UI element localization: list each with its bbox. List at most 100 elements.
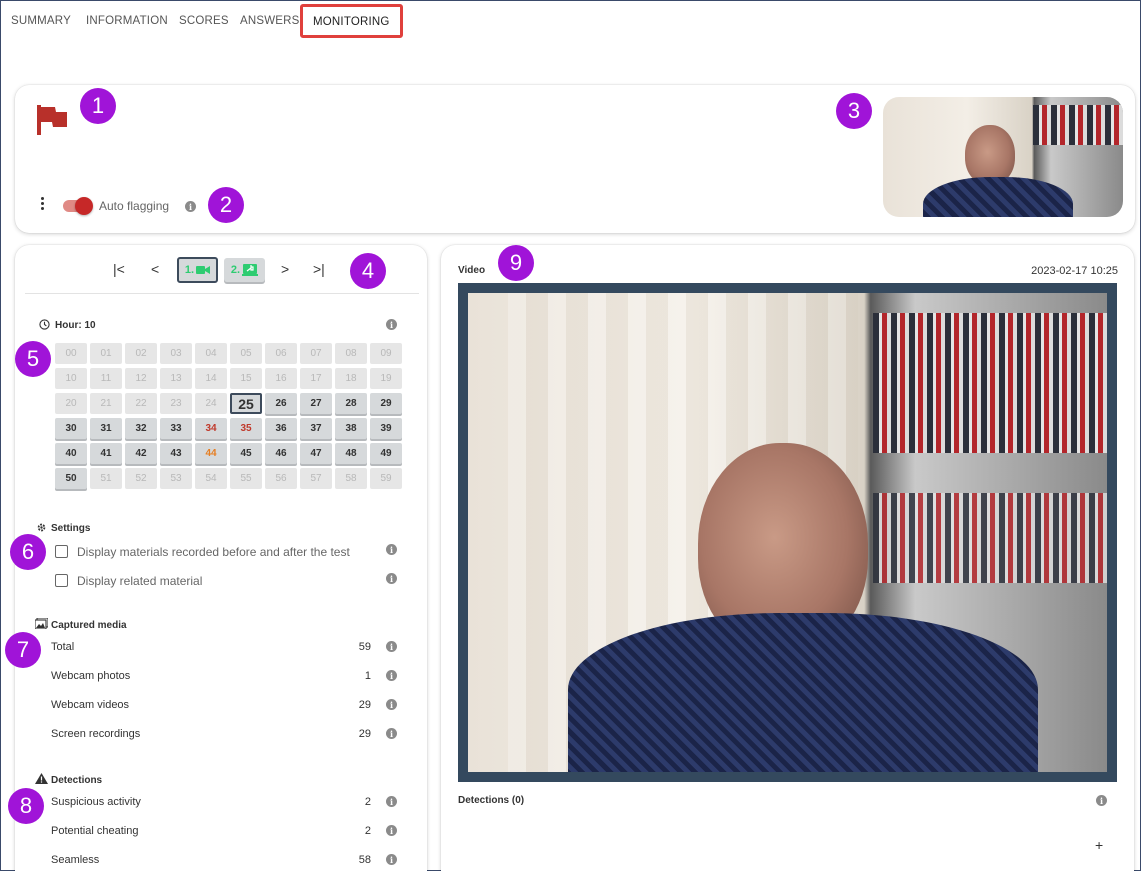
first-item-button[interactable]: |< xyxy=(113,261,125,277)
info-icon[interactable]: i xyxy=(1096,795,1107,806)
info-icon[interactable]: i xyxy=(185,201,196,212)
info-icon[interactable]: i xyxy=(386,319,397,330)
minute-cell[interactable]: 25 xyxy=(230,393,262,414)
info-icon[interactable]: i xyxy=(386,699,397,710)
video-title: Video xyxy=(458,265,486,276)
tab-scores[interactable]: SCORES xyxy=(179,15,229,27)
minute-cell[interactable]: 26 xyxy=(265,393,297,414)
minute-cell[interactable]: 03 xyxy=(160,343,192,364)
media-item-screen-recording[interactable]: 2. xyxy=(224,258,265,282)
minute-cell[interactable]: 35 xyxy=(230,418,262,439)
display-before-after-checkbox[interactable] xyxy=(55,545,68,558)
minute-cell[interactable]: 56 xyxy=(265,468,297,489)
minute-cell[interactable]: 57 xyxy=(300,468,332,489)
minute-cell[interactable]: 39 xyxy=(370,418,402,439)
media-item-number: 2. xyxy=(230,264,241,276)
minute-cell[interactable]: 08 xyxy=(335,343,367,364)
minute-cell[interactable]: 33 xyxy=(160,418,192,439)
minute-cell[interactable]: 20 xyxy=(55,393,87,414)
more-options-icon[interactable] xyxy=(41,197,45,211)
minute-cell[interactable]: 55 xyxy=(230,468,262,489)
minute-cell[interactable]: 18 xyxy=(335,368,367,389)
minute-cell[interactable]: 42 xyxy=(125,443,157,464)
minute-cell[interactable]: 13 xyxy=(160,368,192,389)
display-related-checkbox[interactable] xyxy=(55,574,68,587)
minute-cell[interactable]: 15 xyxy=(230,368,262,389)
info-icon[interactable]: i xyxy=(386,796,397,807)
tab-answers[interactable]: ANSWERS xyxy=(240,15,300,27)
divider xyxy=(25,293,419,294)
info-icon[interactable]: i xyxy=(386,670,397,681)
minute-cell[interactable]: 06 xyxy=(265,343,297,364)
info-icon[interactable]: i xyxy=(386,825,397,836)
minute-cell[interactable]: 28 xyxy=(335,393,367,414)
minute-cell[interactable]: 07 xyxy=(300,343,332,364)
annotation-badge-2: 2 xyxy=(208,187,244,223)
minute-cell[interactable]: 27 xyxy=(300,393,332,414)
minute-cell[interactable]: 10 xyxy=(55,368,87,389)
minute-cell[interactable]: 59 xyxy=(370,468,402,489)
info-icon[interactable]: i xyxy=(386,854,397,865)
minute-cell[interactable]: 43 xyxy=(160,443,192,464)
minute-cell[interactable]: 58 xyxy=(335,468,367,489)
minute-cell[interactable]: 37 xyxy=(300,418,332,439)
minute-cell[interactable]: 01 xyxy=(90,343,122,364)
info-icon[interactable]: i xyxy=(386,573,397,584)
minute-cell[interactable]: 36 xyxy=(265,418,297,439)
minute-cell[interactable]: 02 xyxy=(125,343,157,364)
minute-cell[interactable]: 21 xyxy=(90,393,122,414)
minute-cell[interactable]: 00 xyxy=(55,343,87,364)
person-head-image xyxy=(965,125,1015,185)
tab-information[interactable]: INFORMATION xyxy=(86,15,168,27)
minute-cell[interactable]: 31 xyxy=(90,418,122,439)
minute-cell[interactable]: 11 xyxy=(90,368,122,389)
minute-cell[interactable]: 04 xyxy=(195,343,227,364)
media-item-webcam-video[interactable]: 1. xyxy=(177,257,218,283)
minute-cell[interactable]: 05 xyxy=(230,343,262,364)
minute-cell[interactable]: 09 xyxy=(370,343,402,364)
video-timestamp: 2023-02-17 10:25 xyxy=(1031,265,1118,277)
minute-cell[interactable]: 22 xyxy=(125,393,157,414)
next-item-button[interactable]: > xyxy=(281,261,289,277)
minute-cell[interactable]: 51 xyxy=(90,468,122,489)
minute-cell[interactable]: 45 xyxy=(230,443,262,464)
minute-cell[interactable]: 40 xyxy=(55,443,87,464)
minute-cell[interactable]: 30 xyxy=(55,418,87,439)
minute-cell[interactable]: 44 xyxy=(195,443,227,464)
minute-cell[interactable]: 47 xyxy=(300,443,332,464)
info-icon[interactable]: i xyxy=(386,728,397,739)
minute-cell[interactable]: 14 xyxy=(195,368,227,389)
minute-cell[interactable]: 34 xyxy=(195,418,227,439)
minute-cell[interactable]: 12 xyxy=(125,368,157,389)
minute-cell[interactable]: 50 xyxy=(55,468,87,489)
minute-cell[interactable]: 16 xyxy=(265,368,297,389)
minute-cell[interactable]: 38 xyxy=(335,418,367,439)
info-icon[interactable]: i xyxy=(386,544,397,555)
minute-cell[interactable]: 49 xyxy=(370,443,402,464)
video-player[interactable] xyxy=(458,283,1117,782)
previous-item-button[interactable]: < xyxy=(151,261,159,277)
webcam-video-frame xyxy=(468,293,1107,772)
minute-cell[interactable]: 46 xyxy=(265,443,297,464)
minute-cell[interactable]: 24 xyxy=(195,393,227,414)
minute-grid: 00 01 02 03 04 05 06 07 08 09 10 11 12 13 14 15 16 17 18 19… xyxy=(55,343,402,489)
minute-cell[interactable]: 17 xyxy=(300,368,332,389)
minute-cell[interactable]: 41 xyxy=(90,443,122,464)
minute-cell[interactable]: 48 xyxy=(335,443,367,464)
minute-cell[interactable]: 53 xyxy=(160,468,192,489)
minute-cell[interactable]: 23 xyxy=(160,393,192,414)
tab-monitoring[interactable]: MONITORING xyxy=(300,4,403,38)
toggle-knob xyxy=(75,197,93,215)
auto-flagging-toggle[interactable] xyxy=(63,197,93,215)
info-icon[interactable]: i xyxy=(386,641,397,652)
minute-cell[interactable]: 32 xyxy=(125,418,157,439)
minute-cell[interactable]: 29 xyxy=(370,393,402,414)
media-item-number: 1. xyxy=(184,264,195,276)
add-detection-button[interactable]: + xyxy=(1095,837,1103,853)
minute-cell[interactable]: 52 xyxy=(125,468,157,489)
minute-cell[interactable]: 54 xyxy=(195,468,227,489)
minute-cell[interactable]: 19 xyxy=(370,368,402,389)
tab-summary[interactable]: SUMMARY xyxy=(11,15,71,27)
last-item-button[interactable]: >| xyxy=(313,261,325,277)
webcam-thumbnail[interactable] xyxy=(883,97,1123,217)
